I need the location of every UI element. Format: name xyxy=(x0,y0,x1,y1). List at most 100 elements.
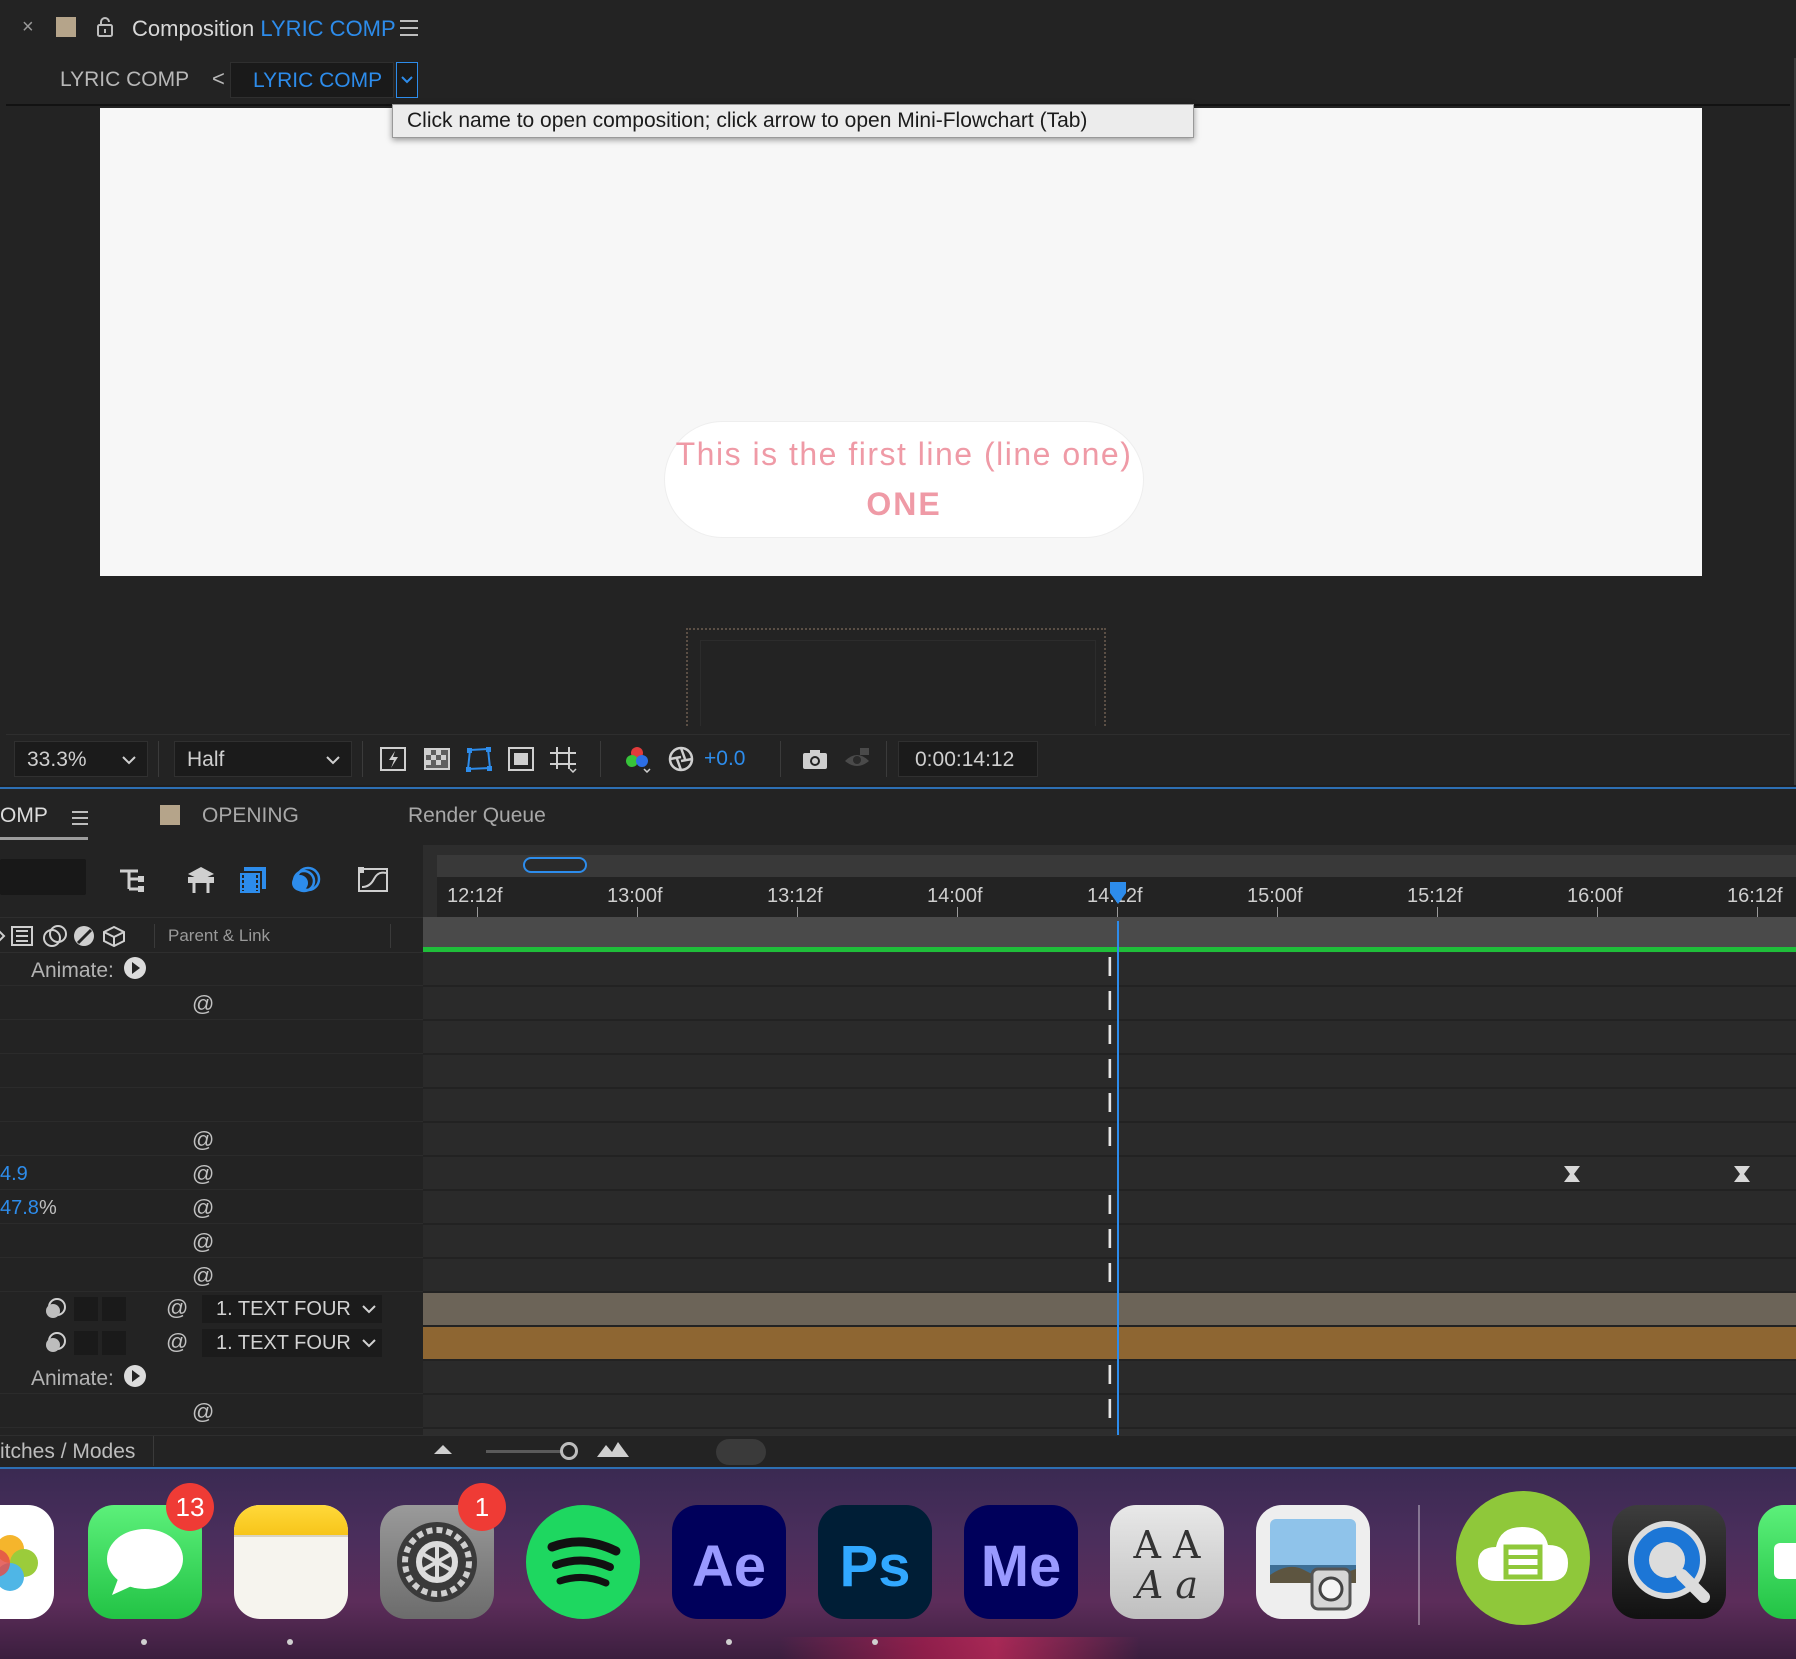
pick-whip-icon[interactable]: @ xyxy=(192,991,214,1017)
dock-app-font-book[interactable]: A A A a xyxy=(1110,1505,1224,1619)
magnification-dropdown[interactable]: 33.3% xyxy=(14,741,148,777)
composition-canvas[interactable]: This is the first line (line one) ONE xyxy=(100,108,1702,576)
horizontal-scrollbar-thumb[interactable] xyxy=(716,1439,766,1465)
layer-duration-bar-selected[interactable] xyxy=(423,1327,1796,1361)
graph-editor-icon[interactable] xyxy=(356,865,390,895)
dock-app-media-encoder[interactable]: Me xyxy=(964,1505,1078,1619)
switch-cell[interactable] xyxy=(102,1297,126,1321)
color-channels-icon[interactable] xyxy=(622,745,652,773)
pick-whip-icon[interactable]: @ xyxy=(192,1229,214,1255)
timeline-graph-pane[interactable]: 12:12f 13:00f 13:12f 14:00f 14:12f 15:00… xyxy=(423,845,1796,1435)
keyframe-icon[interactable]: I xyxy=(1106,1125,1116,1151)
breadcrumb-active-comp[interactable]: LYRIC COMP xyxy=(230,62,394,98)
layer-search-input[interactable] xyxy=(0,859,86,895)
time-zoom-slider-knob[interactable] xyxy=(560,1442,578,1460)
dock-app-spotify[interactable] xyxy=(526,1505,640,1619)
property-row xyxy=(0,1089,423,1122)
timeline-row: I xyxy=(423,1395,1796,1429)
region-of-interest-icon[interactable] xyxy=(506,745,536,773)
pick-whip-icon[interactable]: @ xyxy=(166,1295,188,1321)
current-time-display[interactable]: 0:00:14:12 xyxy=(898,741,1038,777)
time-zoom-slider-track[interactable] xyxy=(486,1450,570,1453)
dock-app-photoshop[interactable]: Ps xyxy=(818,1505,932,1619)
snapshot-icon[interactable] xyxy=(800,745,830,773)
keyframe-icon[interactable]: I xyxy=(1106,1363,1116,1389)
mask-visibility-icon[interactable] xyxy=(464,745,494,773)
frame-blending-icon[interactable] xyxy=(236,865,270,895)
zoom-in-icon[interactable] xyxy=(596,1440,630,1458)
tab-opening[interactable]: OPENING xyxy=(202,804,299,828)
dock-app-quicktime[interactable] xyxy=(1612,1505,1726,1619)
keyframe-icon[interactable]: I xyxy=(1106,1023,1116,1049)
pick-whip-icon[interactable]: @ xyxy=(192,1399,214,1425)
comp-flowchart-icon[interactable] xyxy=(116,865,150,895)
dock-app-facetime[interactable] xyxy=(1758,1505,1796,1619)
pick-whip-icon[interactable]: @ xyxy=(166,1329,188,1355)
keyframe-icon[interactable]: I xyxy=(1106,1057,1116,1083)
time-navigator-handle[interactable] xyxy=(523,857,587,873)
grid-guides-icon[interactable] xyxy=(548,745,578,773)
pick-whip-icon[interactable]: @ xyxy=(192,1127,214,1153)
dock-app-photos[interactable] xyxy=(0,1505,54,1619)
pick-whip-icon[interactable]: @ xyxy=(192,1195,214,1221)
layer-row[interactable]: @ 1. TEXT FOUR xyxy=(0,1293,423,1326)
reset-exposure-icon[interactable] xyxy=(666,745,696,773)
switch-cell[interactable] xyxy=(74,1297,98,1321)
parent-link-column-header[interactable]: Parent & Link xyxy=(168,926,270,946)
motion-blur-switch-icon[interactable] xyxy=(44,1297,68,1321)
composition-viewer[interactable]: This is the first line (line one) ONE xyxy=(6,108,1790,726)
playhead-icon[interactable] xyxy=(1109,881,1127,905)
dock-app-after-effects[interactable]: Ae xyxy=(672,1505,786,1619)
breadcrumb-parent-comp[interactable]: LYRIC COMP xyxy=(60,68,189,92)
lyric-text-bubble[interactable]: This is the first line (line one) ONE xyxy=(664,421,1144,538)
time-navigator[interactable] xyxy=(437,855,1796,877)
keyframe-icon[interactable]: I xyxy=(1106,1091,1116,1117)
transparency-grid-icon[interactable] xyxy=(422,745,452,773)
close-panel-button[interactable]: × xyxy=(22,16,34,39)
easy-ease-keyframe-icon[interactable] xyxy=(1733,1165,1751,1183)
tab-menu-icon[interactable] xyxy=(72,811,88,825)
animate-menu-icon[interactable] xyxy=(124,1365,146,1387)
macos-dock: 13 1 Ae Ps Me A A A a xyxy=(0,1469,1796,1659)
keyframe-icon[interactable]: I xyxy=(1106,1193,1116,1219)
fast-previews-icon[interactable] xyxy=(378,745,408,773)
zoom-out-icon[interactable] xyxy=(432,1442,454,1456)
keyframe-icon[interactable]: I xyxy=(1106,955,1116,981)
exposure-value[interactable]: +0.0 xyxy=(704,747,745,771)
composition-color-label[interactable] xyxy=(56,17,76,37)
panel-menu-icon[interactable] xyxy=(400,20,418,36)
property-value-percent[interactable]: 47.8% xyxy=(0,1197,57,1220)
property-value[interactable]: 4.9 xyxy=(0,1163,28,1186)
layer-row[interactable]: @ 1. TEXT FOUR xyxy=(0,1327,423,1360)
show-snapshot-icon[interactable] xyxy=(842,745,872,773)
switch-cell[interactable] xyxy=(102,1331,126,1355)
work-area-bar[interactable] xyxy=(423,917,1796,951)
percent-number: 47.8 xyxy=(0,1197,39,1219)
pick-whip-icon[interactable]: @ xyxy=(192,1263,214,1289)
keyframe-icon[interactable]: I xyxy=(1106,989,1116,1015)
motion-blur-switch-icon[interactable] xyxy=(44,1331,68,1355)
animate-menu-icon[interactable] xyxy=(124,957,146,979)
keyframe-icon[interactable]: I xyxy=(1106,1397,1116,1423)
layer-duration-bar[interactable] xyxy=(423,1293,1796,1327)
resolution-dropdown[interactable]: Half xyxy=(174,741,352,777)
panel-title-prefix: Composition xyxy=(132,16,255,41)
parent-dropdown[interactable]: 1. TEXT FOUR xyxy=(202,1295,382,1323)
tab-render-queue[interactable]: Render Queue xyxy=(408,804,546,828)
parent-dropdown[interactable]: 1. TEXT FOUR xyxy=(202,1329,382,1357)
easy-ease-keyframe-icon[interactable] xyxy=(1563,1165,1581,1183)
lock-icon[interactable] xyxy=(96,16,114,38)
breadcrumb-back-arrow-icon[interactable]: < xyxy=(212,66,225,92)
pick-whip-icon[interactable]: @ xyxy=(192,1161,214,1187)
mini-flowchart-dropdown[interactable] xyxy=(396,62,418,98)
toggle-switches-modes-button[interactable]: itches / Modes xyxy=(0,1436,154,1466)
dock-app-4k-video-downloader[interactable] xyxy=(1456,1491,1590,1625)
draft-3d-icon[interactable] xyxy=(184,865,218,895)
keyframe-icon[interactable]: I xyxy=(1106,1261,1116,1287)
dock-app-notes[interactable] xyxy=(234,1505,348,1619)
dock-app-preview[interactable] xyxy=(1256,1505,1370,1619)
motion-blur-icon[interactable] xyxy=(290,865,324,895)
keyframe-icon[interactable]: I xyxy=(1106,1227,1116,1253)
switch-cell[interactable] xyxy=(74,1331,98,1355)
tab-lyric-comp[interactable]: OMP xyxy=(0,804,48,828)
